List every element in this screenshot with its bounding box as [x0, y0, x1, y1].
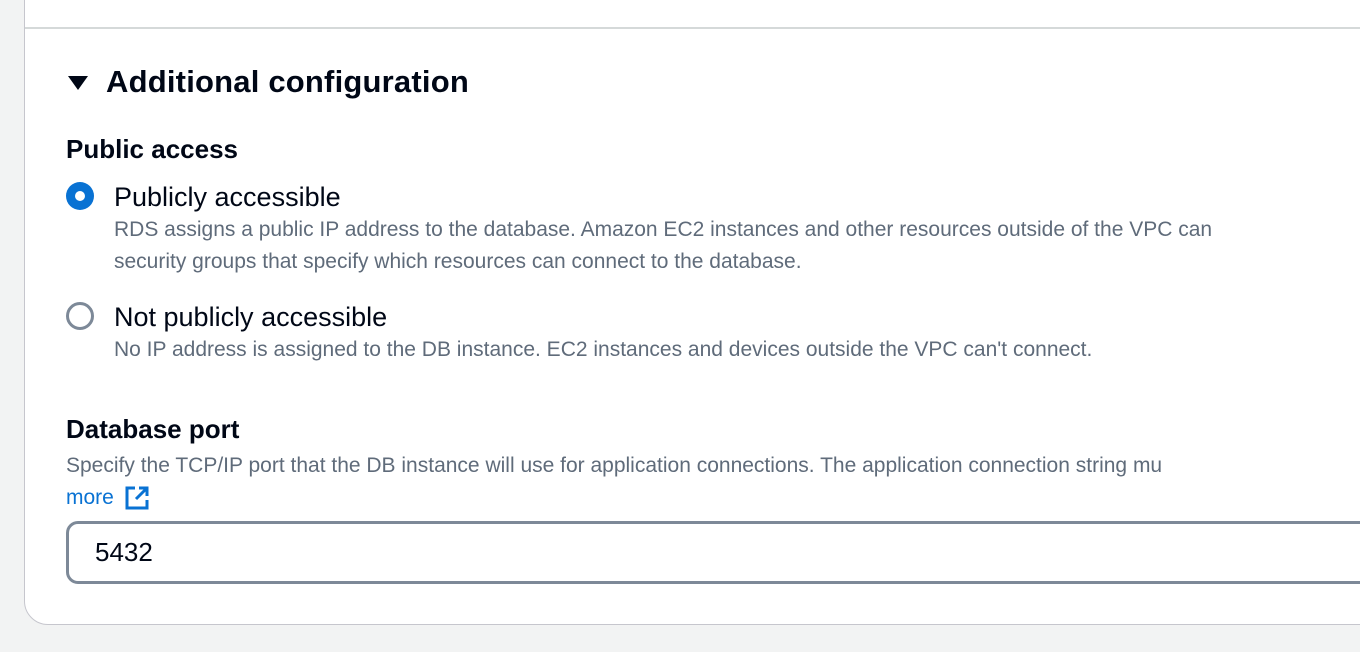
radio-not-publicly-accessible[interactable]: Not publicly accessible No IP address is… — [66, 300, 1092, 366]
radio-not-publicly-accessible-text: Not publicly accessible No IP address is… — [114, 300, 1092, 366]
radio-button-unchecked[interactable] — [66, 302, 94, 330]
radio-not-publicly-accessible-label: Not publicly accessible — [114, 302, 388, 332]
additional-configuration-title: Additional configuration — [106, 64, 469, 99]
database-port-input[interactable] — [66, 521, 1360, 584]
external-link-icon — [125, 486, 149, 510]
section-divider — [25, 27, 1360, 29]
radio-not-publicly-accessible-description: No IP address is assigned to the DB inst… — [114, 338, 1093, 361]
radio-publicly-accessible-label: Publicly accessible — [114, 182, 341, 212]
database-port-label: Database port — [66, 414, 240, 444]
radio-button-checked[interactable] — [66, 182, 94, 210]
additional-configuration-expander[interactable]: Additional configuration — [68, 64, 469, 100]
learn-more-label: more — [66, 486, 114, 509]
learn-more-link[interactable]: more — [66, 482, 150, 514]
database-port-description: Specify the TCP/IP port that the DB inst… — [66, 454, 1163, 477]
caret-down-icon — [68, 76, 88, 90]
radio-publicly-accessible-description-1: RDS assigns a public IP address to the d… — [114, 218, 1213, 241]
radio-publicly-accessible-description-2: security groups that specify which resou… — [114, 250, 802, 273]
radio-publicly-accessible[interactable]: Publicly accessible RDS assigns a public… — [66, 180, 1212, 278]
page: Additional configuration Public access P… — [0, 0, 1360, 652]
public-access-label: Public access — [66, 134, 238, 164]
radio-publicly-accessible-text: Publicly accessible RDS assigns a public… — [114, 180, 1212, 278]
